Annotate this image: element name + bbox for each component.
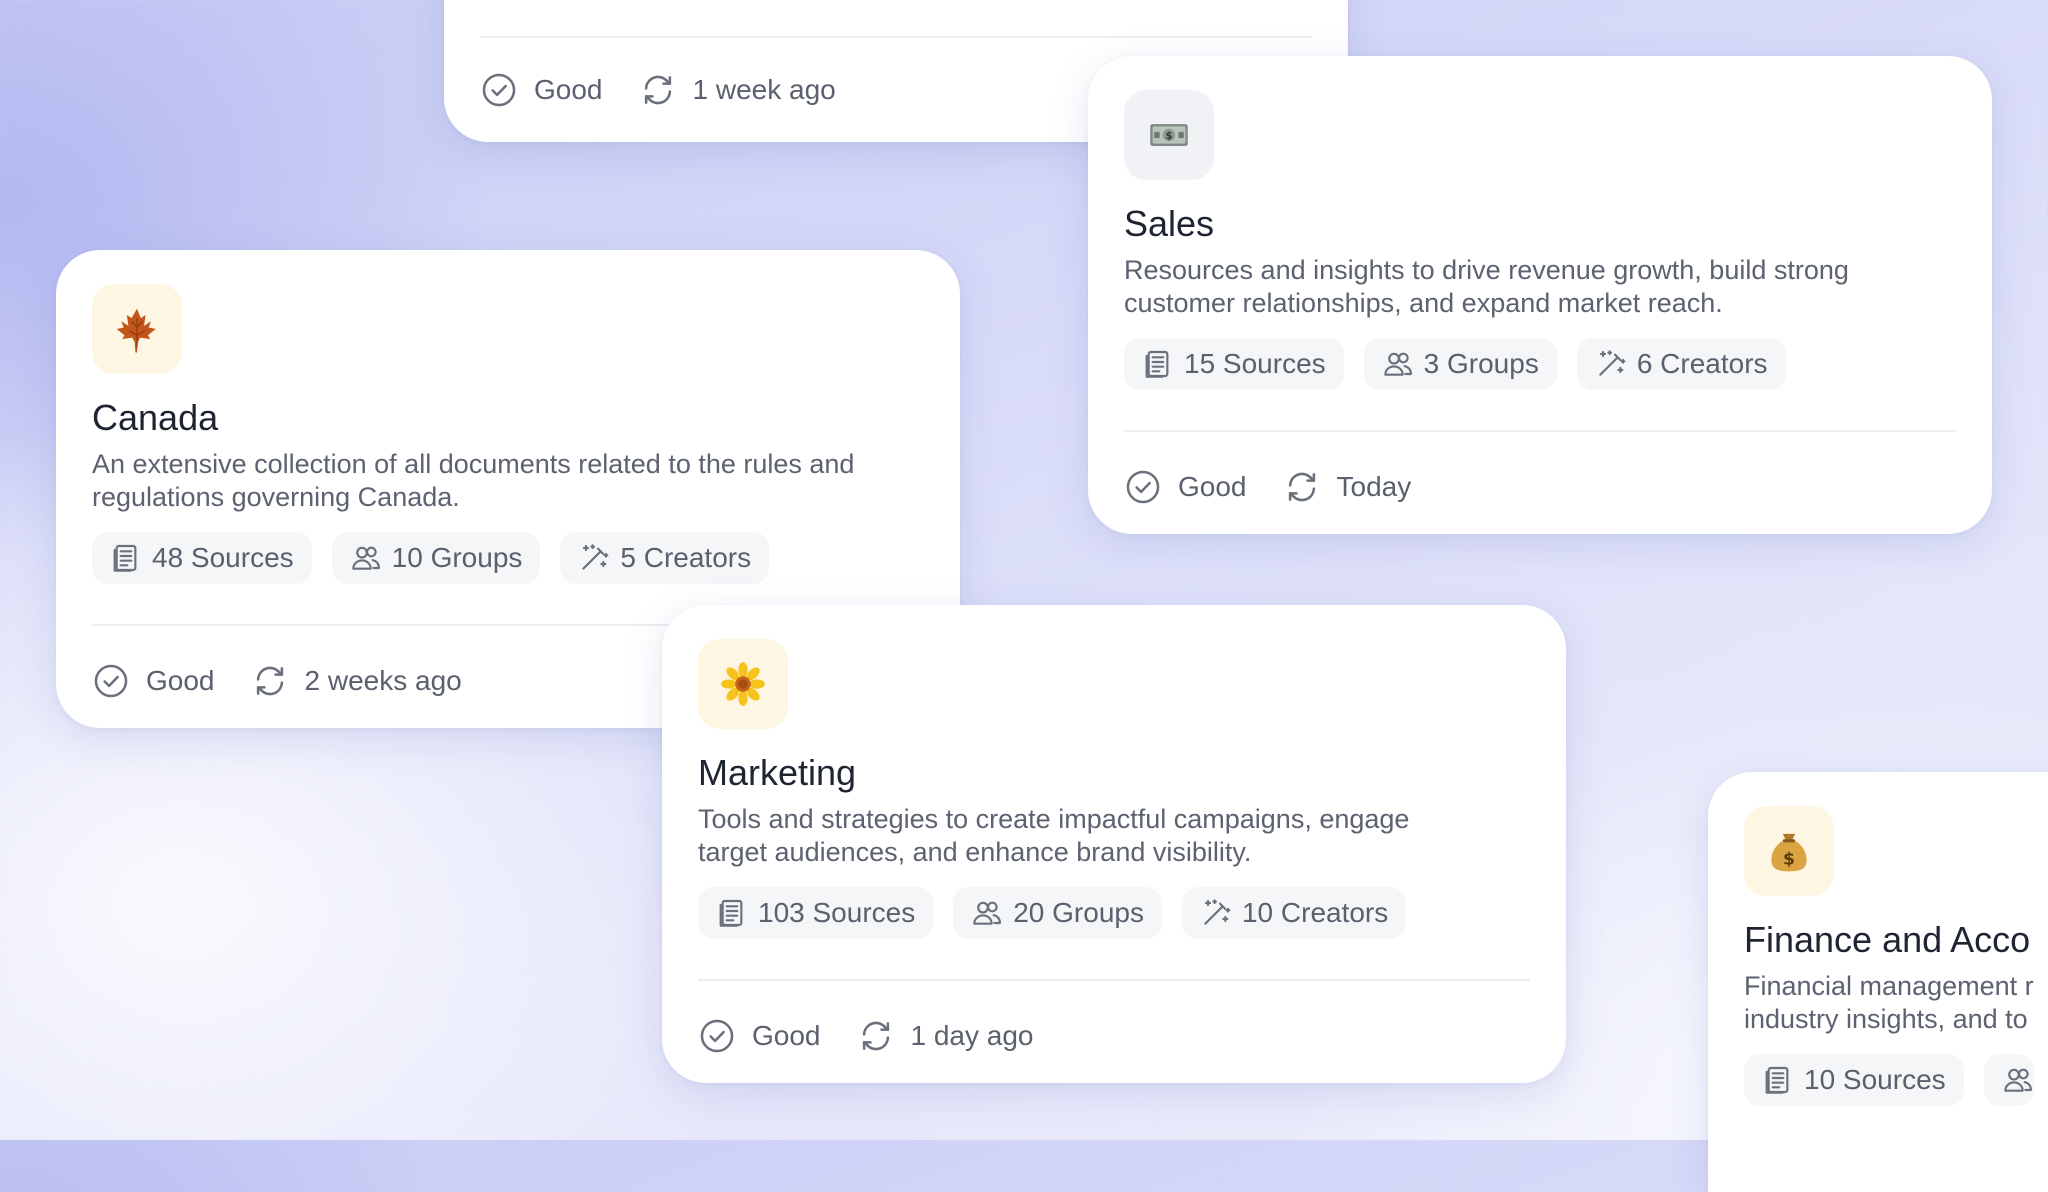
sources-count: 103 Sources — [758, 897, 916, 928]
card-footer: Good Today — [1124, 432, 1956, 534]
description-line: Financial management r — [1744, 971, 2034, 1001]
status-label: Good — [534, 74, 603, 105]
check-circle-icon — [480, 71, 518, 109]
creators-count: 5 Creators — [620, 542, 752, 573]
stats-chips: 15 Sources 3 Groups 6 Creators — [1124, 338, 1956, 390]
last-updated: Today — [1283, 468, 1412, 506]
sources-chip[interactable]: 103 Sources — [698, 887, 934, 939]
collection-description: An extensive collection of all documents… — [92, 448, 924, 514]
document-icon — [716, 897, 748, 929]
collection-description: Resources and insights to drive revenue … — [1124, 254, 1956, 320]
last-updated: 1 week ago — [639, 71, 836, 109]
maple-leaf-icon — [116, 308, 156, 353]
sources-chip[interactable]: 48 Sources — [92, 532, 312, 584]
stats-chips: 48 Sources 10 Groups 5 Creators — [92, 532, 924, 584]
collection-card-marketing[interactable]: Marketing Tools and strategies to create… — [662, 605, 1566, 1083]
description-line: Resources and insights to drive revenue … — [1124, 255, 1849, 285]
collection-title: Canada — [92, 397, 219, 438]
document-icon — [110, 542, 142, 574]
description-line: regulations governing Canada. — [92, 482, 460, 512]
sources-count: 48 Sources — [152, 542, 294, 573]
creators-chip[interactable]: 6 Creators — [1576, 338, 1786, 390]
card-footer: Good 1 day ago — [698, 981, 1530, 1083]
collection-title: Sales — [1124, 203, 1215, 244]
description-line: customer relationships, and expand marke… — [1124, 288, 1723, 318]
refresh-icon — [1283, 468, 1321, 506]
status-label: Good — [1178, 471, 1247, 502]
magic-wand-icon — [1595, 348, 1627, 380]
groups-icon — [971, 897, 1003, 929]
refresh-icon — [251, 662, 289, 700]
groups-chip[interactable]: 10 Groups — [331, 532, 541, 584]
check-circle-icon — [698, 1017, 736, 1055]
svg-text:$: $ — [1165, 131, 1172, 142]
description-line: target audiences, and enhance brand visi… — [698, 837, 1252, 867]
groups-chip[interactable] — [1983, 1054, 2034, 1106]
money-bill-icon: $ — [1150, 124, 1188, 146]
status-indicator: Good — [92, 662, 215, 700]
groups-icon — [2002, 1064, 2034, 1096]
sources-count: 15 Sources — [1184, 348, 1326, 379]
groups-icon — [350, 542, 382, 574]
document-icon — [1142, 348, 1174, 380]
collection-title: Marketing — [698, 752, 857, 793]
stats-chips: 10 Sources — [1744, 1054, 2048, 1106]
collection-description: Financial management r industry insights… — [1744, 970, 2048, 1036]
description-line: industry insights, and to — [1744, 1004, 2028, 1034]
status-indicator: Good — [698, 1017, 821, 1055]
updated-label: 1 day ago — [910, 1020, 1034, 1051]
sources-chip[interactable]: 10 Sources — [1744, 1054, 1964, 1106]
last-updated: 2 weeks ago — [251, 662, 462, 700]
magic-wand-icon — [1200, 897, 1232, 929]
collection-card-sales[interactable]: $ Sales Resources and insights to drive … — [1088, 56, 1992, 534]
stats-chips: 103 Sources 20 Groups 10 Creators — [698, 887, 1530, 939]
status-label: Good — [146, 665, 215, 696]
last-updated: 1 day ago — [857, 1017, 1034, 1055]
groups-count: 3 Groups — [1423, 348, 1539, 379]
creators-chip[interactable]: 5 Creators — [560, 532, 770, 584]
status-indicator: Good — [480, 71, 603, 109]
collection-emoji: $ — [1124, 90, 1214, 180]
groups-chip[interactable]: 3 Groups — [1363, 338, 1557, 390]
updated-label: 2 weeks ago — [304, 665, 462, 696]
sunflower-icon — [721, 662, 765, 706]
groups-count: 20 Groups — [1013, 897, 1144, 928]
creators-count: 6 Creators — [1636, 348, 1768, 379]
collection-card-finance[interactable]: $ Finance and Acco Financial management … — [1708, 772, 2048, 1192]
magic-wand-icon — [578, 542, 610, 574]
creators-chip[interactable]: 10 Creators — [1181, 887, 1407, 939]
check-circle-icon — [1124, 468, 1162, 506]
document-icon — [1762, 1064, 1794, 1096]
refresh-icon — [639, 71, 677, 109]
sources-count: 10 Sources — [1804, 1064, 1946, 1095]
collection-title: Finance and Acco — [1744, 919, 2031, 960]
sources-chip[interactable]: 15 Sources — [1124, 338, 1344, 390]
updated-label: 1 week ago — [692, 74, 836, 105]
collection-emoji — [698, 639, 788, 729]
collection-emoji: $ — [1744, 806, 1834, 896]
money-bag-icon: $ — [1771, 833, 1807, 872]
description-line: Tools and strategies to create impactful… — [698, 804, 1410, 834]
groups-count: 10 Groups — [391, 542, 523, 573]
svg-text:$: $ — [1783, 849, 1795, 869]
groups-icon — [1382, 348, 1414, 380]
refresh-icon — [857, 1017, 895, 1055]
updated-label: Today — [1336, 471, 1412, 502]
status-indicator: Good — [1124, 468, 1247, 506]
status-label: Good — [752, 1020, 821, 1051]
collection-emoji — [92, 284, 182, 374]
collection-description: Tools and strategies to create impactful… — [698, 803, 1530, 869]
description-line: An extensive collection of all documents… — [92, 449, 855, 479]
groups-chip[interactable]: 20 Groups — [953, 887, 1162, 939]
check-circle-icon — [92, 662, 130, 700]
creators-count: 10 Creators — [1241, 897, 1389, 928]
